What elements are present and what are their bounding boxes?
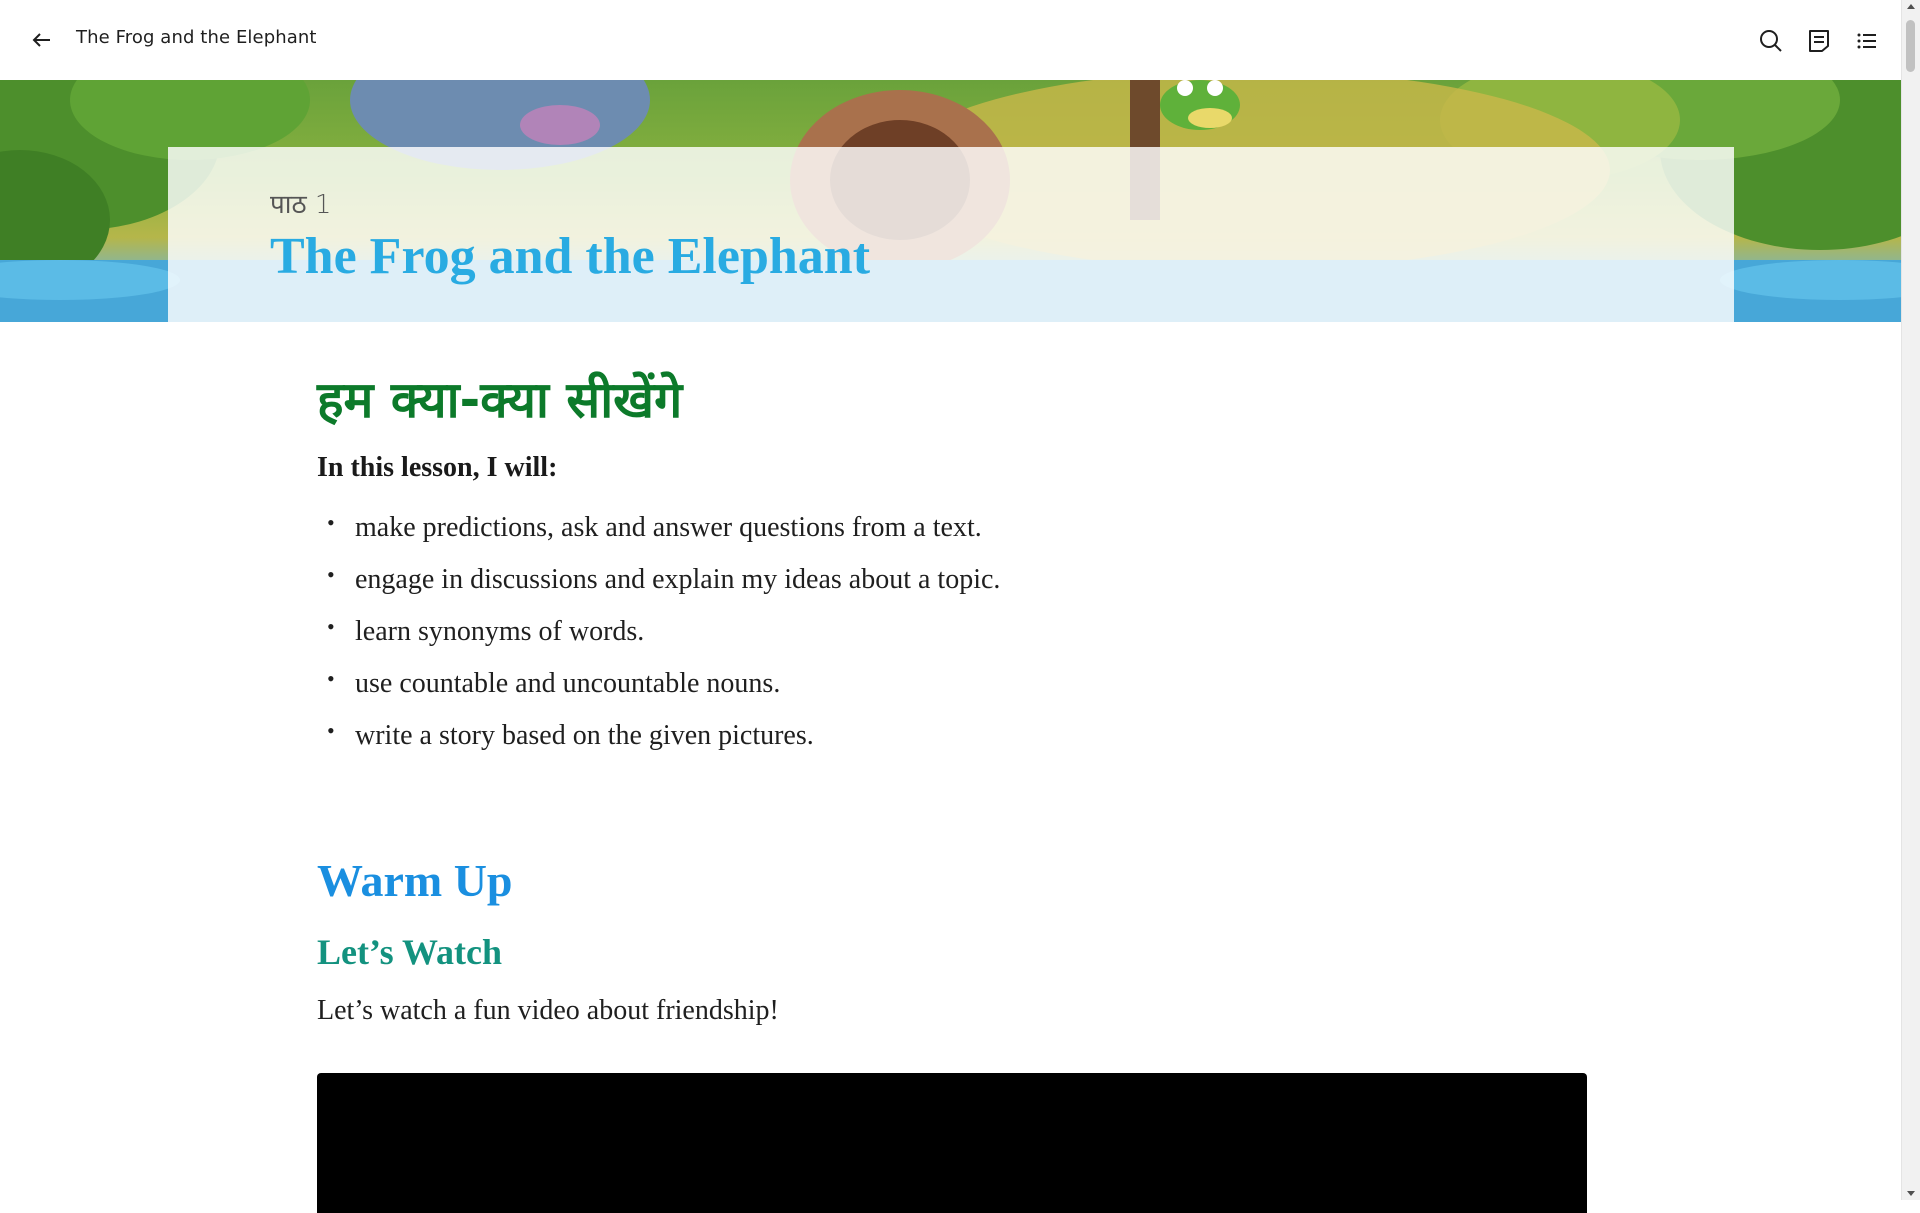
search-icon xyxy=(1760,30,1782,52)
scroll-down-arrow-icon[interactable] xyxy=(1907,1191,1915,1196)
lesson-header-card: पाठ 1 The Frog and the Elephant xyxy=(168,147,1734,322)
lesson-content: हम क्या-क्या सीखेंगे In this lesson, I w… xyxy=(317,370,1587,1027)
list-item: • learn synonyms of words. xyxy=(317,612,1587,664)
warm-up-heading: Warm Up xyxy=(317,855,513,906)
back-arrow-icon xyxy=(32,33,50,47)
list-item: • engage in discussions and explain my id… xyxy=(317,560,1587,612)
list-item: • write a story based on the given pictur… xyxy=(317,716,1587,768)
lesson-banner: पाठ 1 The Frog and the Elephant xyxy=(0,80,1902,322)
notes-icon xyxy=(1809,30,1829,52)
objectives-heading: हम क्या-क्या सीखेंगे xyxy=(317,371,683,429)
table-of-contents-button[interactable] xyxy=(1852,26,1882,56)
top-toolbar: The Frog and the Elephant xyxy=(0,0,1902,80)
list-item-text: learn synonyms of words. xyxy=(355,616,645,647)
bullet-icon: • xyxy=(327,510,335,535)
objectives-intro: In this lesson, I will: xyxy=(317,452,558,483)
scroll-thumb[interactable] xyxy=(1906,20,1915,72)
search-button[interactable] xyxy=(1756,26,1786,56)
book-title: The Frog and the Elephant xyxy=(76,27,317,48)
list-item-text: engage in discussions and explain my ide… xyxy=(355,564,1001,595)
lets-watch-text: Let’s watch a fun video about friendship… xyxy=(317,995,779,1026)
back-button[interactable] xyxy=(26,26,58,54)
objectives-list: • make predictions, ask and answer questi… xyxy=(317,508,1587,768)
table-of-contents-icon xyxy=(1857,33,1876,49)
list-item: • make predictions, ask and answer questi… xyxy=(317,508,1587,560)
bullet-icon: • xyxy=(327,614,335,639)
bullet-icon: • xyxy=(327,562,335,587)
notes-button[interactable] xyxy=(1804,26,1834,56)
list-item-text: make predictions, ask and answer questio… xyxy=(355,512,982,543)
lets-watch-heading: Let’s Watch xyxy=(317,932,502,972)
scroll-up-arrow-icon[interactable] xyxy=(1907,4,1915,9)
list-item: • use countable and uncountable nouns. xyxy=(317,664,1587,716)
list-item-text: write a story based on the given picture… xyxy=(355,720,814,751)
bullet-icon: • xyxy=(327,718,335,743)
lesson-number: पाठ 1 xyxy=(270,190,332,220)
list-item-text: use countable and uncountable nouns. xyxy=(355,668,781,699)
bullet-icon: • xyxy=(327,666,335,691)
lesson-title: The Frog and the Elephant xyxy=(270,228,871,285)
video-player[interactable] xyxy=(317,1073,1587,1213)
page-scrollbar[interactable] xyxy=(1901,0,1920,1200)
